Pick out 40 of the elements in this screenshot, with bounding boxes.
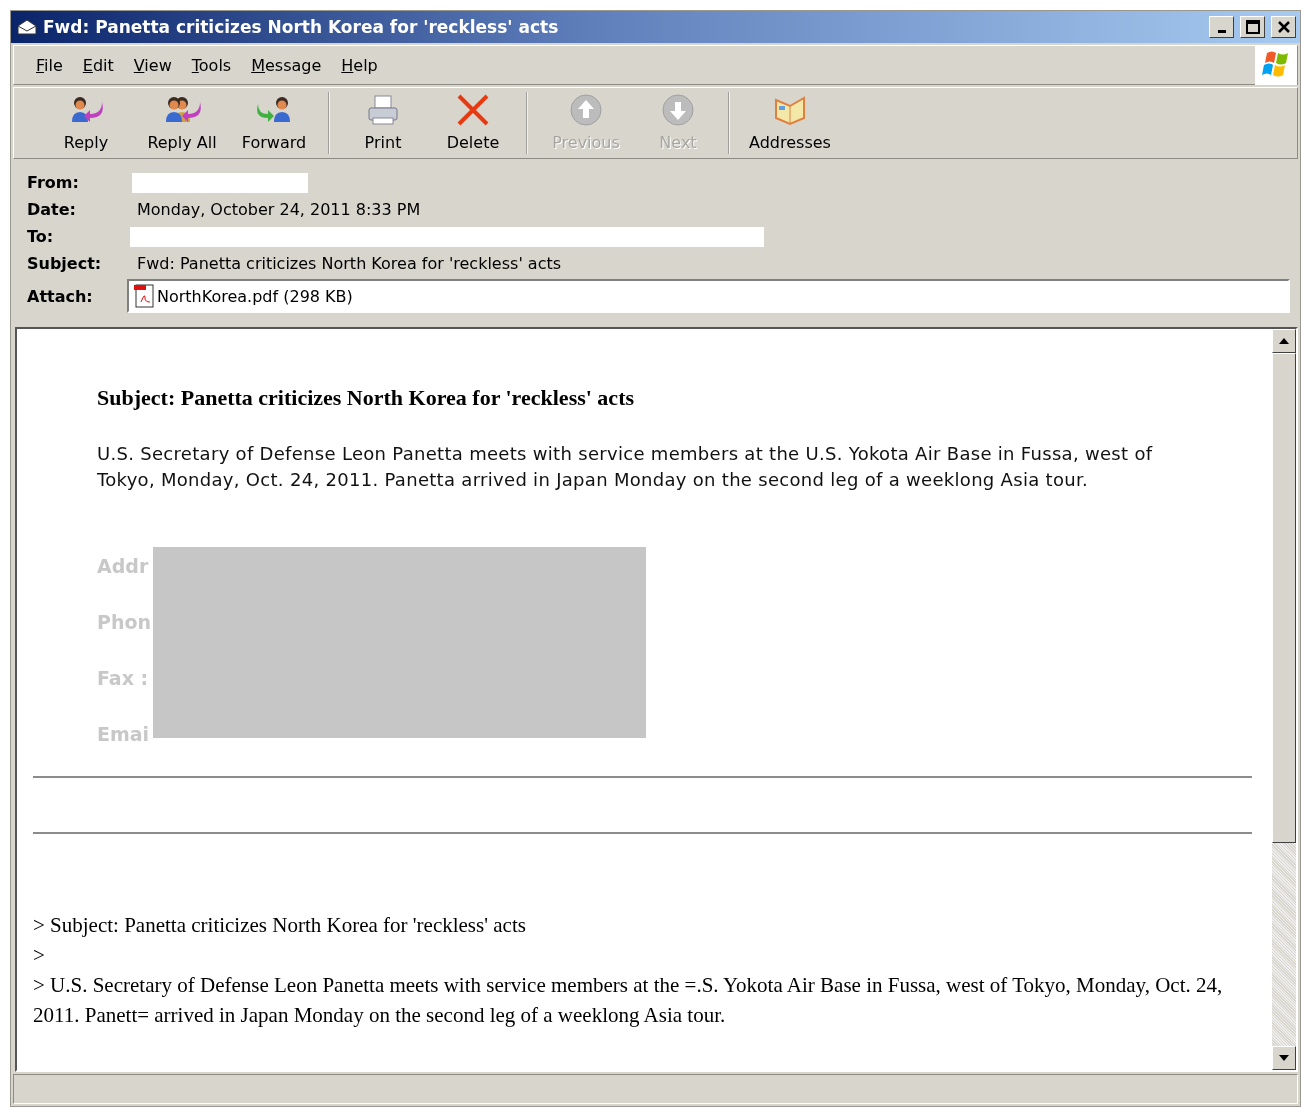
close-button[interactable] (1271, 16, 1296, 38)
minimize-button[interactable] (1209, 16, 1234, 38)
up-triangle-icon (1279, 338, 1289, 344)
header-label: Attach: (27, 285, 94, 308)
menu-item[interactable]: Edit (74, 51, 122, 79)
toolbar-button[interactable]: Addresses (738, 92, 842, 154)
quoted-line: > U.S. Secretary of Defense Leon Panetta meets with service members at the =.S. Yokota Air Base in Fussa, west of Tokyo, Monday, Oct. 24, 2011. Panett= arrived in Japan Monday on the second leg of a weeklong Asia tour. (33, 972, 1224, 1029)
toolbar-button[interactable]: Delete (428, 92, 518, 154)
window-title: Fwd: Panetta criticizes North Korea for 'reckless' acts (43, 17, 560, 37)
scrollbar[interactable] (1272, 329, 1296, 1070)
scroll-thumb[interactable] (1272, 353, 1296, 843)
menu-item[interactable]: Help (333, 51, 386, 79)
header-label: Subject: (27, 253, 103, 275)
down-triangle-icon (1279, 1055, 1289, 1061)
header-value: Monday, October 24, 2011 8:33 PM (136, 199, 422, 221)
toolbar-button[interactable]: Forward (228, 92, 320, 154)
toolbar-button[interactable]: Print (338, 92, 428, 154)
envelope-icon (17, 19, 37, 35)
toolbar-button[interactable]: Reply (36, 92, 136, 154)
close-icon (1276, 20, 1291, 34)
toolbar-button[interactable]: Reply All (136, 92, 228, 154)
header-label: To: (27, 226, 55, 248)
menu-item[interactable]: Tools (183, 51, 240, 79)
scroll-up-button[interactable] (1272, 329, 1296, 353)
message-heading: Subject: Panetta criticizes North Korea for 'reckless' acts (97, 385, 635, 411)
quoted-line: > (33, 942, 46, 969)
header-label: Date: (27, 199, 77, 221)
scroll-down-button[interactable] (1272, 1046, 1296, 1070)
menu-item[interactable]: View (125, 51, 180, 79)
maximize-icon (1245, 20, 1260, 34)
menu-item[interactable]: File (28, 51, 71, 79)
quoted-line: > Subject: Panetta criticizes North Korea for 'reckless' acts (33, 912, 527, 939)
pdf-file-icon (133, 284, 155, 308)
header-label: From: (27, 172, 80, 194)
attachment-name[interactable]: NorthKorea.pdf (298 KB) (157, 286, 353, 306)
header-value: Fwd: Panetta criticizes North Korea for 'reckless' acts (136, 253, 563, 275)
message-paragraph: U.S. Secretary of Defense Leon Panetta meets with service members at the U.S. Yokota Air Base in Fussa, west of Tokyo, Monday, Oct. 24, 2011. Panetta arrived in Japan Monday on the second leg of a weeklong Asia tour. (97, 442, 1154, 492)
minimize-icon (1217, 29, 1226, 33)
maximize-button[interactable] (1240, 16, 1265, 38)
menu-item[interactable]: Message (243, 51, 330, 79)
